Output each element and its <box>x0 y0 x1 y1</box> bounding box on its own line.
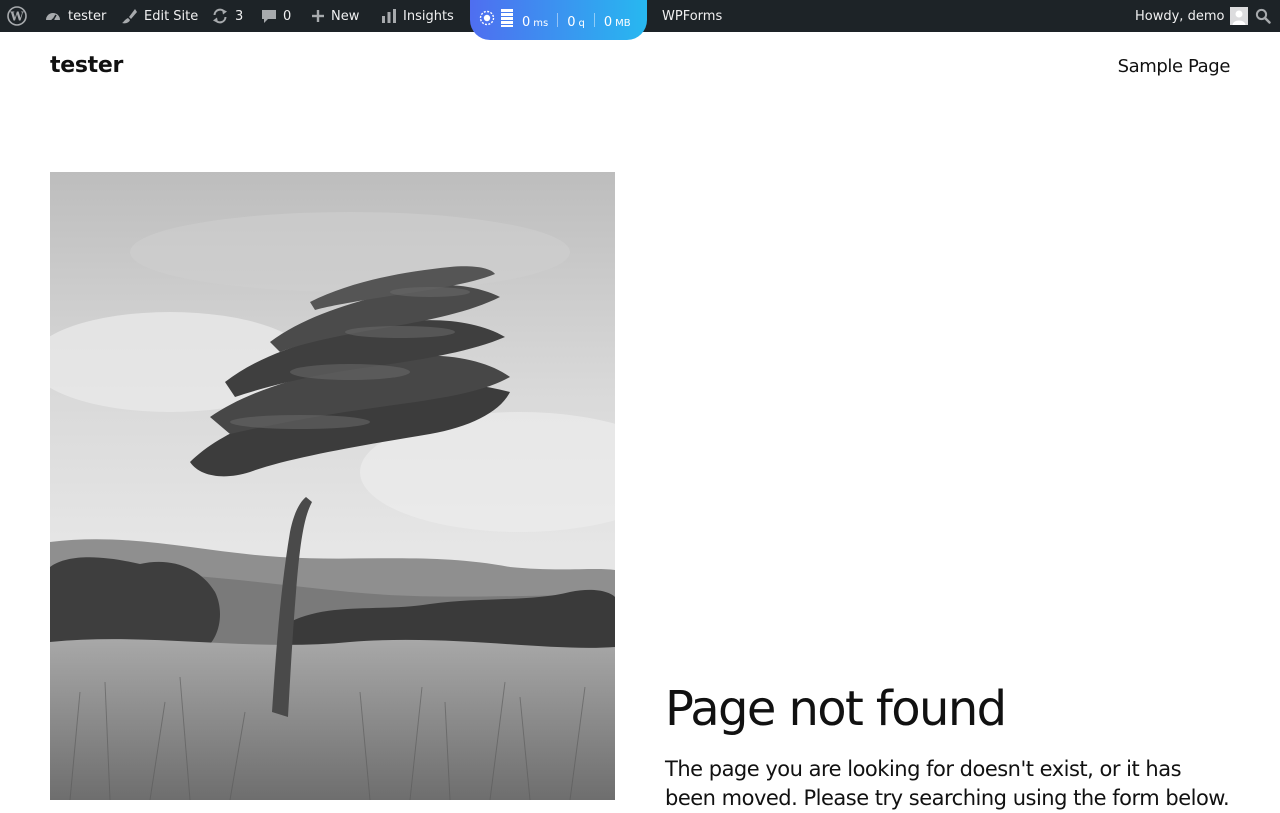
qm-divider <box>593 13 595 27</box>
qm-memory-value: 0 <box>603 14 613 30</box>
svg-text:W: W <box>9 10 24 24</box>
site-name-menu[interactable]: tester <box>44 0 106 32</box>
greeting-label: Howdy, demo <box>1135 8 1225 24</box>
page-title: Page not found <box>665 681 1007 737</box>
updates-count: 3 <box>235 8 244 24</box>
insights-button[interactable]: Insights <box>381 0 454 32</box>
admin-search-button[interactable] <box>1255 0 1271 32</box>
edit-site-button[interactable]: Edit Site <box>120 0 198 32</box>
search-icon <box>1255 8 1271 24</box>
qm-queries: 0q <box>567 11 585 30</box>
page-description: The page you are looking for doesn't exi… <box>665 757 1230 810</box>
dashboard-icon <box>44 7 62 25</box>
qm-memory: 0 MB <box>604 11 631 30</box>
query-monitor-pill[interactable]: 0 ms 0q 0 MB <box>470 0 647 40</box>
wordpress-menu[interactable]: W <box>7 0 27 32</box>
user-avatar-icon <box>1230 7 1249 25</box>
qm-memory-unit: MB <box>615 17 631 29</box>
performance-gauge-icon <box>479 10 495 30</box>
bar-chart-icon <box>381 8 397 24</box>
comments-button[interactable]: 0 <box>261 0 291 32</box>
qm-time: 0 ms <box>522 11 548 30</box>
plus-icon <box>311 9 325 23</box>
brush-icon <box>120 7 138 25</box>
new-label: New <box>331 8 360 24</box>
database-icon <box>501 9 513 31</box>
qm-divider <box>557 13 559 27</box>
new-content-button[interactable]: New <box>311 0 359 32</box>
refresh-icon <box>211 7 229 25</box>
qm-time-value: 0 <box>522 14 531 30</box>
site-title[interactable]: tester <box>50 53 123 78</box>
comment-icon <box>261 8 277 24</box>
wpforms-menu[interactable]: WPForms <box>662 0 722 32</box>
qm-time-unit: ms <box>533 17 549 29</box>
nav-item-sample-page[interactable]: Sample Page <box>1118 56 1231 77</box>
qm-queries-value: 0 <box>567 14 576 30</box>
hero-image <box>50 172 615 800</box>
qm-queries-unit: q <box>578 17 585 29</box>
comments-count: 0 <box>283 8 292 24</box>
site-name-label: tester <box>68 8 107 24</box>
account-menu[interactable]: Howdy, demo <box>1135 0 1249 32</box>
wordpress-icon: W <box>7 6 27 26</box>
wpforms-label: WPForms <box>662 8 723 24</box>
edit-site-label: Edit Site <box>144 8 199 24</box>
updates-button[interactable]: 3 <box>211 0 243 32</box>
insights-label: Insights <box>403 8 454 24</box>
